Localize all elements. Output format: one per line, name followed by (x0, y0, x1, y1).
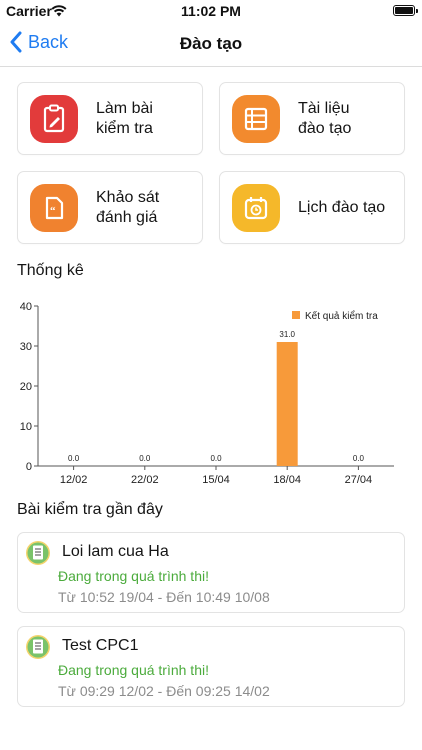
status-bar: Carrier 11:02 PM (0, 0, 422, 22)
bar-value-label: 31.0 (279, 330, 295, 339)
legend-label: Kết quả kiểm tra (305, 310, 378, 322)
calendar-clock-icon (232, 184, 280, 232)
page-title: Đào tạo (179, 34, 243, 53)
x-tick-label: 22/02 (131, 474, 159, 486)
svg-text:“: “ (50, 205, 56, 217)
recent-test-card[interactable]: Loi lam cua Ha Đang trong quá trình thi!… (17, 532, 405, 613)
menu-card-label: Tài liệu đào tạo (298, 99, 352, 137)
y-tick-label: 40 (20, 301, 32, 313)
test-name: Test CPC1 (62, 637, 139, 654)
bar-value-label: 0.0 (139, 454, 151, 463)
menu-card-take-test[interactable]: Làm bài kiểm tra (17, 82, 203, 155)
clock: 11:02 PM (181, 3, 241, 19)
y-tick-label: 20 (20, 381, 32, 393)
menu-card-label: Lịch đào tạo (298, 198, 386, 216)
menu-card-schedule[interactable]: Lịch đào tạo (219, 171, 405, 244)
quote-survey-icon: “ (30, 184, 78, 232)
bar-value-label: 0.0 (210, 454, 222, 463)
battery-icon (393, 5, 418, 16)
stats-chart: 0 10 20 30 40 0.0 12/02 0.0 22/02 0.0 15/04 31.0 18/… (20, 301, 394, 486)
bar (276, 342, 298, 466)
recent-title: Bài kiểm tra gần đây (17, 501, 163, 518)
test-time-range: Từ 10:52 19/04 - Đến 10:49 10/08 (58, 589, 270, 605)
y-tick-label: 0 (26, 461, 32, 473)
menu-card-label: Làm bài kiểm tra (96, 99, 153, 137)
document-list-icon (232, 95, 280, 143)
recent-test-card[interactable]: Test CPC1 Đang trong quá trình thi! Từ 0… (17, 626, 405, 707)
menu-card-documents[interactable]: Tài liệu đào tạo (219, 82, 405, 155)
menu-card-survey[interactable]: “ Khảo sát đánh giá (17, 171, 203, 244)
y-tick-label: 10 (20, 421, 32, 433)
test-sheet-icon (25, 540, 51, 571)
test-status: Đang trong quá trình thi! (58, 568, 209, 584)
bar-value-label: 0.0 (353, 454, 365, 463)
test-sheet-icon (25, 634, 51, 665)
stats-title: Thống kê (17, 262, 84, 279)
x-tick-label: 27/04 (345, 474, 373, 486)
test-name: Loi lam cua Ha (62, 543, 169, 560)
menu-card-label: Khảo sát đánh giá (96, 188, 160, 226)
test-status: Đang trong quá trình thi! (58, 662, 209, 678)
x-tick-label: 12/02 (60, 474, 88, 486)
x-tick-label: 18/04 (273, 474, 301, 486)
legend-swatch (292, 311, 300, 319)
bar-value-label: 0.0 (68, 454, 80, 463)
clipboard-edit-icon (30, 95, 78, 143)
y-tick-label: 30 (20, 341, 32, 353)
x-tick-label: 15/04 (202, 474, 230, 486)
test-time-range: Từ 09:29 12/02 - Đến 09:25 14/02 (58, 683, 270, 699)
navigation-bar: Back Đào tạo (0, 22, 422, 67)
